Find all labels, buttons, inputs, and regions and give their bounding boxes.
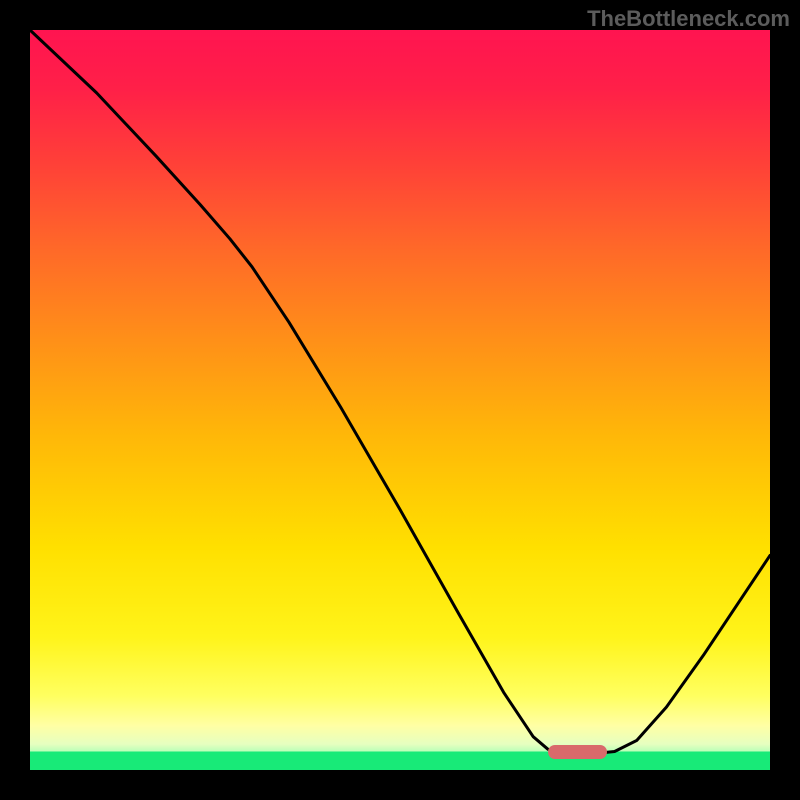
gradient-rect bbox=[30, 30, 770, 770]
optimal-marker bbox=[548, 745, 607, 759]
chart-root: TheBottleneck.com bbox=[0, 0, 800, 800]
heat-gradient bbox=[30, 30, 770, 770]
attribution-label: TheBottleneck.com bbox=[587, 6, 790, 32]
plot-frame bbox=[30, 30, 770, 770]
green-band bbox=[30, 752, 770, 771]
